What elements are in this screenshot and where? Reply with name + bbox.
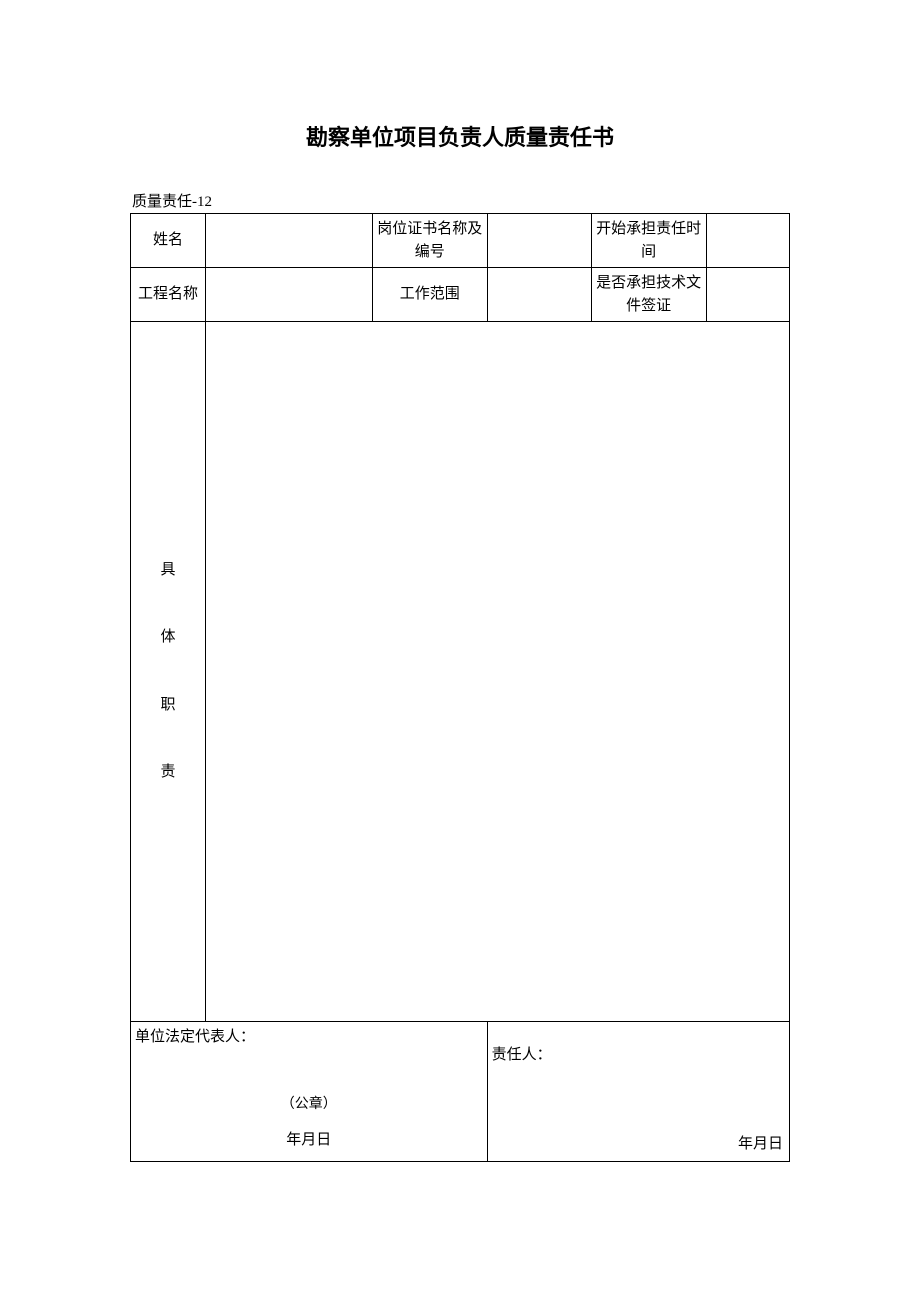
label-scope: 工作范围	[372, 268, 487, 322]
document-title: 勘察单位项目负责人质量责任书	[130, 120, 790, 152]
legal-rep-label: 单位法定代表人：	[135, 1026, 255, 1049]
label-duties-vertical: 具 体 职 责	[131, 322, 206, 1022]
signature-right-cell: 责任人： 年月日	[487, 1022, 789, 1162]
row-project: 工程名称 工作范围 是否承担技术文件签证	[131, 268, 790, 322]
official-seal-label: （公章）	[131, 1094, 487, 1115]
signature-left-cell: 单位法定代表人： （公章） 年月日	[131, 1022, 488, 1162]
duties-content	[206, 322, 790, 1022]
value-tech-sign	[706, 268, 789, 322]
label-project: 工程名称	[131, 268, 206, 322]
duties-char-1: 具	[161, 537, 176, 605]
row-signature: 单位法定代表人： （公章） 年月日 责任人： 年月日	[131, 1022, 790, 1162]
label-cert: 岗位证书名称及编号	[372, 214, 487, 268]
row-name: 姓名 岗位证书名称及编号 开始承担责任时间	[131, 214, 790, 268]
row-duties: 具 体 职 责	[131, 322, 790, 1022]
document-code: 质量责任-12	[130, 190, 790, 211]
label-start-time: 开始承担责任时间	[591, 214, 706, 268]
left-date: 年月日	[131, 1129, 487, 1152]
label-tech-sign: 是否承担技术文件签证	[591, 268, 706, 322]
right-date: 年月日	[738, 1133, 783, 1156]
duties-char-2: 体	[161, 604, 176, 672]
duties-char-4: 责	[161, 739, 176, 807]
value-project	[206, 268, 373, 322]
duties-char-3: 职	[161, 672, 176, 740]
label-name: 姓名	[131, 214, 206, 268]
value-start-time	[706, 214, 789, 268]
value-name	[206, 214, 373, 268]
value-cert	[487, 214, 591, 268]
value-scope	[487, 268, 591, 322]
form-table: 姓名 岗位证书名称及编号 开始承担责任时间 工程名称 工作范围 是否承担技术文件…	[130, 213, 790, 1162]
responsible-person-label: 责任人：	[492, 1044, 552, 1067]
